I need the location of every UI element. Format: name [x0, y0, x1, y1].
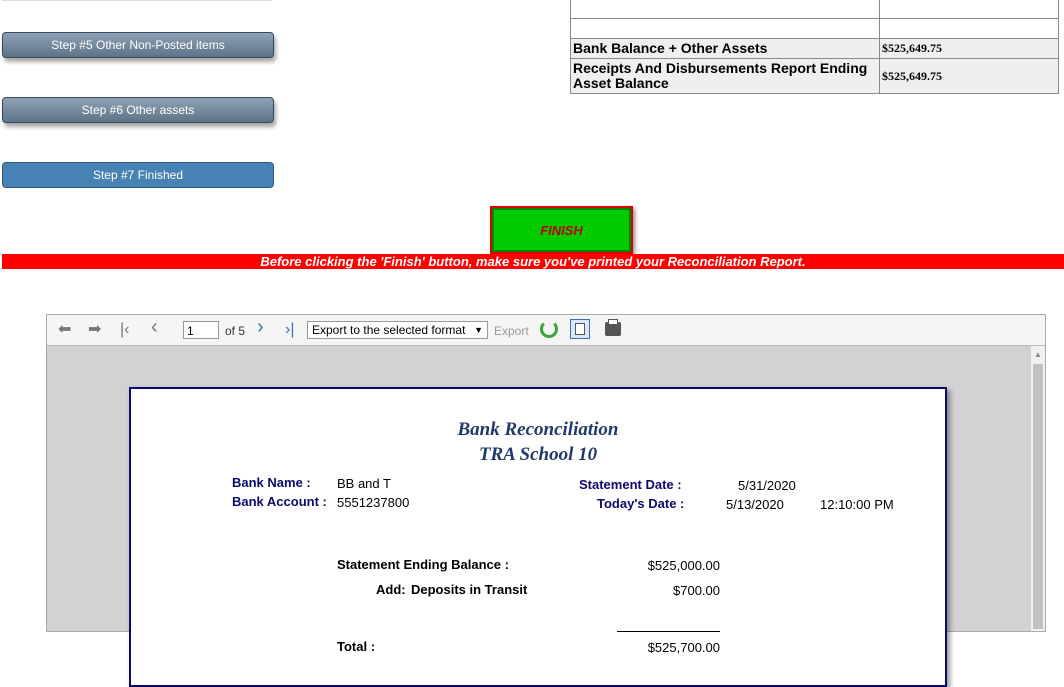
report-title: Bank Reconciliation [457, 419, 619, 440]
statement-date-label: Statement Date : [579, 477, 682, 492]
bank-name-value: BB and T [337, 476, 391, 491]
forward-icon[interactable]: ➡ [88, 321, 101, 339]
ending-balance-value: $525,000.00 [647, 558, 720, 573]
print-preview-icon[interactable] [570, 319, 590, 339]
refresh-icon[interactable] [540, 320, 558, 338]
scroll-thumb[interactable] [1033, 364, 1043, 629]
export-format-value: Export to the selected format [312, 323, 466, 337]
page-number-input[interactable]: 1 [183, 321, 219, 339]
total-label: Total : [337, 639, 376, 654]
ending-balance-label: Statement Ending Balance : [337, 557, 509, 572]
back-icon[interactable]: ⬅ [58, 321, 71, 339]
last-page-icon[interactable]: ›| [285, 321, 294, 339]
divider [2, 0, 272, 1]
todays-time-value: 12:10:00 PM [820, 497, 894, 512]
bank-account-value: 5551237800 [337, 495, 410, 510]
total-rule [617, 631, 720, 632]
report-toolbar: ⬅ ➡ |‹ ‹ 1 of 5 › ›| Export to the selec… [47, 315, 1045, 346]
todays-date-label: Today's Date : [597, 496, 685, 511]
report-canvas: Bank Reconciliation TRA School 10 Bank N… [47, 346, 1031, 687]
scroll-up-icon[interactable]: ▲ [1034, 350, 1042, 359]
summary-label: Bank Balance + Other Assets [570, 38, 880, 59]
table-row [570, 18, 1059, 39]
balance-summary-table: Bank Balance + Other Assets $525,649.75 … [570, 0, 1059, 94]
todays-date-value: 5/13/2020 [726, 497, 784, 512]
print-icon[interactable] [605, 319, 621, 336]
table-row: Receipts And Disbursements Report Ending… [570, 58, 1059, 94]
step6-button[interactable]: Step #6 Other assets [2, 97, 274, 123]
summary-value: $525,649.75 [879, 58, 1059, 94]
statement-date-value: 5/31/2020 [738, 478, 796, 493]
finish-button[interactable]: FINISH [492, 208, 631, 252]
step5-button[interactable]: Step #5 Other Non-Posted items [2, 32, 274, 58]
next-page-icon[interactable]: › [257, 317, 264, 337]
report-subtitle: TRA School 10 [478, 444, 598, 465]
deposits-label: Deposits in Transit [411, 582, 528, 597]
finish-warning: Before clicking the 'Finish' button, mak… [2, 254, 1064, 269]
table-row: Bank Balance + Other Assets $525,649.75 [570, 38, 1059, 59]
export-link[interactable]: Export [494, 324, 529, 338]
summary-label: Receipts And Disbursements Report Ending… [570, 58, 880, 94]
report-scrollbar[interactable]: ▲ [1031, 346, 1045, 631]
report-viewer: ⬅ ➡ |‹ ‹ 1 of 5 › ›| Export to the selec… [46, 314, 1046, 687]
report-page: Bank Reconciliation TRA School 10 Bank N… [129, 387, 947, 687]
table-row [570, 0, 1059, 19]
add-label: Add: [376, 582, 406, 597]
prev-page-icon[interactable]: ‹ [151, 317, 158, 337]
bank-name-label: Bank Name : [232, 475, 311, 490]
deposits-value: $700.00 [673, 583, 720, 598]
bank-account-label: Bank Account : [232, 494, 327, 509]
first-page-icon[interactable]: |‹ [120, 321, 129, 339]
summary-value: $525,649.75 [879, 38, 1059, 59]
export-format-select[interactable]: Export to the selected format ▼ [307, 321, 488, 339]
page-total: of 5 [225, 324, 246, 338]
finish-button-frame: FINISH [490, 206, 633, 254]
step7-button[interactable]: Step #7 Finished [2, 162, 274, 188]
chevron-down-icon: ▼ [474, 325, 483, 335]
total-value: $525,700.00 [647, 640, 720, 655]
